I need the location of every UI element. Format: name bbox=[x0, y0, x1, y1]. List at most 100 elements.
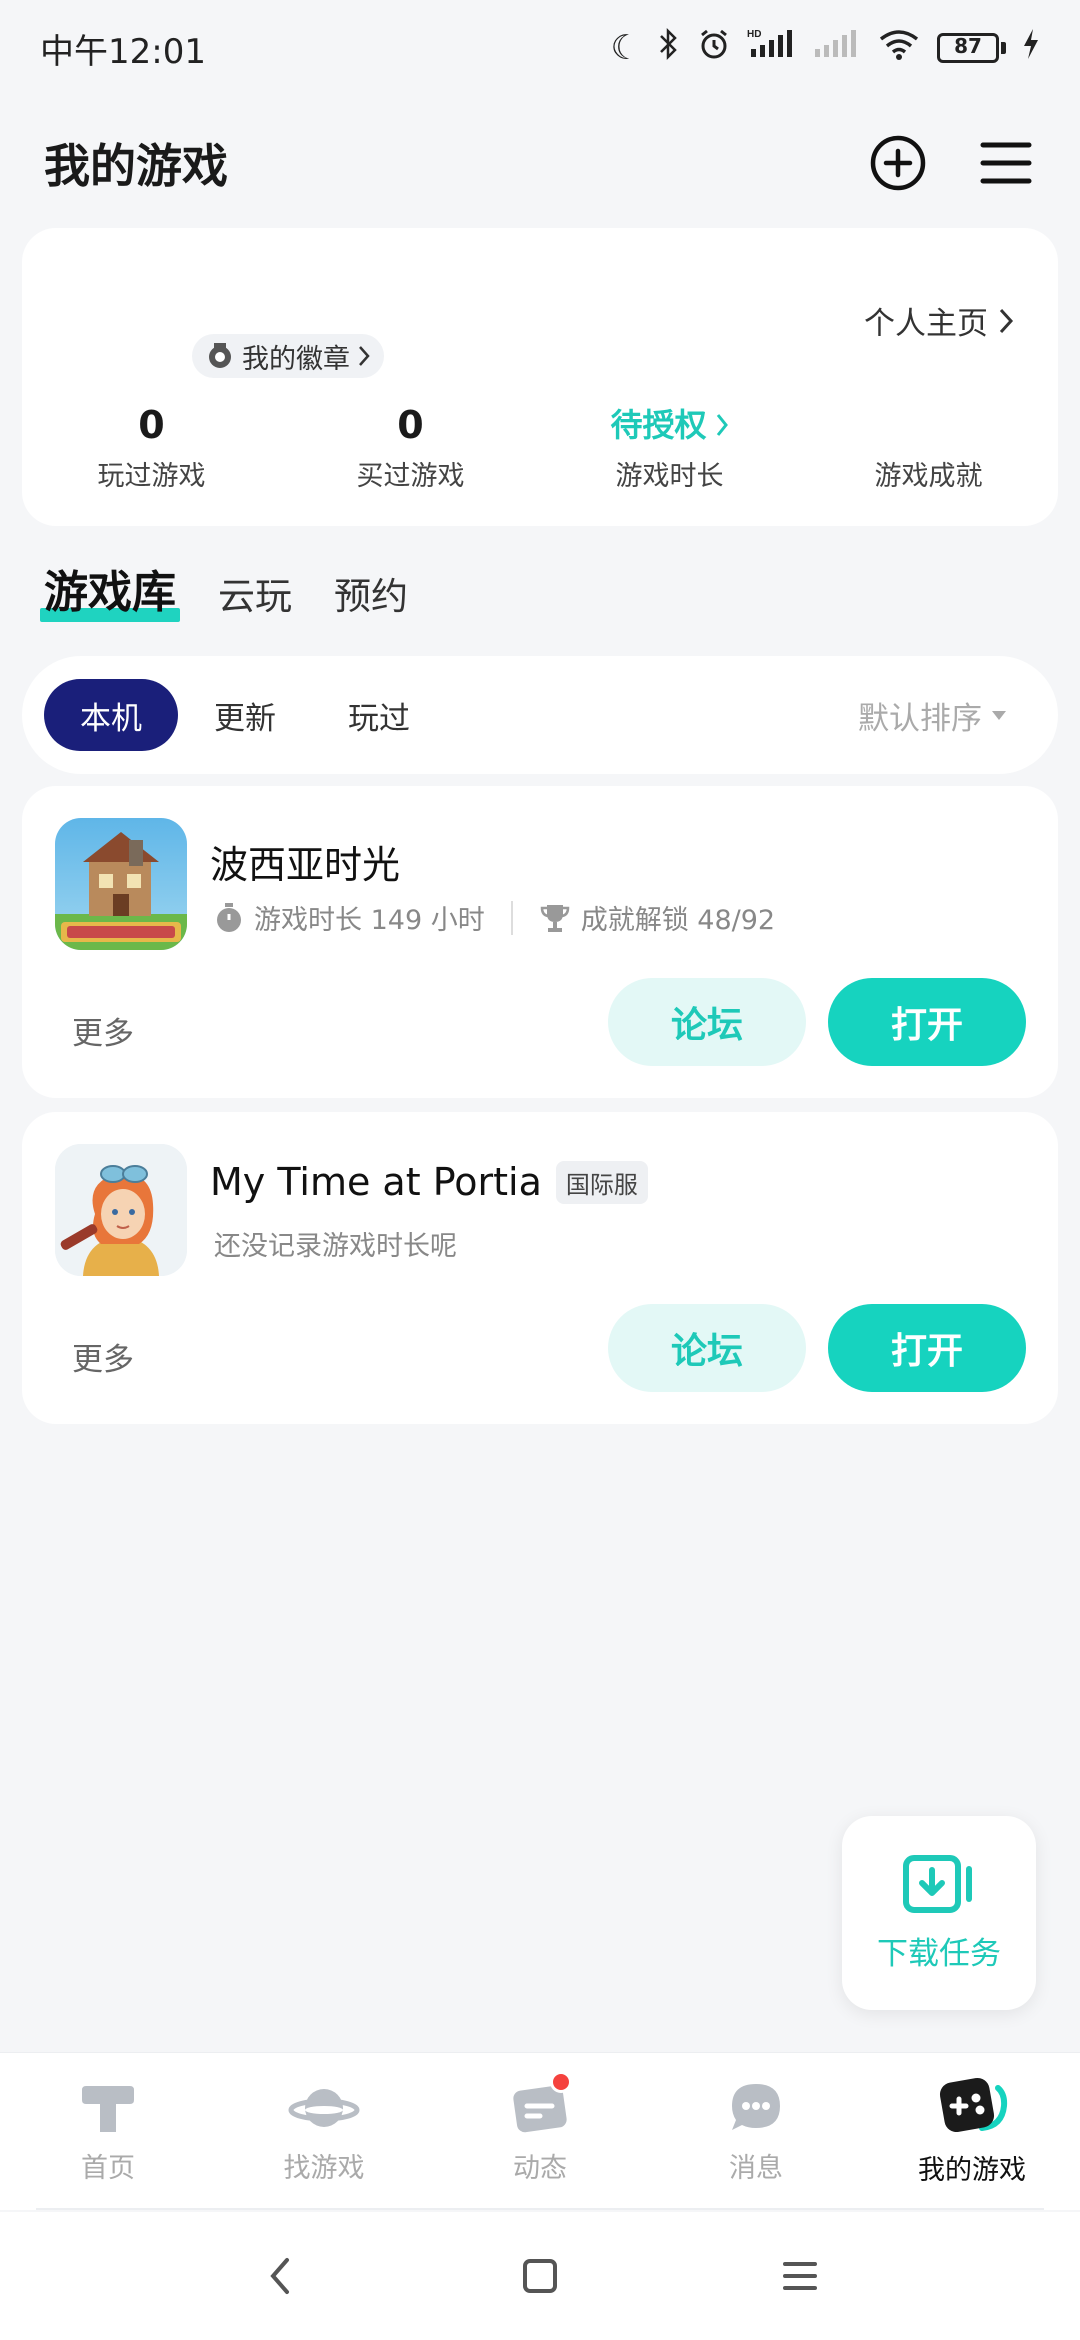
my-badges-button[interactable]: 我的徽章 bbox=[192, 334, 384, 378]
planet-icon bbox=[288, 2089, 360, 2127]
moon-icon: ☾ bbox=[610, 28, 641, 68]
sort-label: 默认排序 bbox=[858, 700, 982, 737]
nav-item-home[interactable]: 首页 bbox=[0, 2053, 216, 2210]
more-link[interactable]: 更多 bbox=[72, 1008, 134, 1053]
library-tabs: 游戏库 云玩 预约 bbox=[40, 556, 408, 628]
chevron-right-icon bbox=[359, 346, 370, 366]
nav-separator bbox=[36, 2208, 1044, 2210]
header-actions bbox=[868, 133, 1036, 193]
signal-hd-icon: HD bbox=[747, 27, 797, 70]
wifi-icon bbox=[877, 27, 921, 70]
nav-item-find-games[interactable]: 找游戏 bbox=[216, 2053, 432, 2210]
recents-icon bbox=[783, 2262, 817, 2290]
my-badges-label: 我的徽章 bbox=[242, 343, 350, 375]
forum-button[interactable]: 论坛 bbox=[608, 978, 806, 1066]
trophy-icon bbox=[540, 904, 569, 932]
notification-dot bbox=[550, 2071, 572, 2093]
bluetooth-icon bbox=[657, 27, 681, 70]
charging-icon bbox=[1022, 27, 1040, 70]
stopwatch-icon bbox=[217, 902, 241, 932]
status-bar: 中午12:01 ☾ HD 87 bbox=[0, 0, 1080, 96]
chevron-right-icon bbox=[999, 308, 1014, 333]
stat-value: 0 bbox=[138, 403, 165, 447]
achievements-text: 成就解锁 48/92 bbox=[580, 905, 776, 936]
authorize-link[interactable]: 待授权 bbox=[540, 398, 799, 452]
chevron-right-icon bbox=[716, 414, 728, 436]
playtime-text: 游戏时长 149 小时 bbox=[254, 905, 485, 936]
back-icon bbox=[270, 2258, 289, 2294]
menu-button[interactable] bbox=[976, 133, 1036, 193]
filter-chip-played[interactable]: 玩过 bbox=[312, 679, 446, 751]
filter-chip-local[interactable]: 本机 bbox=[44, 679, 178, 751]
profile-stats: 0 玩过游戏 0 买过游戏 待授权 游戏时长 游戏成就 bbox=[22, 398, 1058, 493]
home-button[interactable] bbox=[510, 2246, 570, 2306]
caret-down-icon bbox=[992, 710, 1006, 720]
region-tag: 国际服 bbox=[555, 1160, 648, 1204]
nav-label: 找游戏 bbox=[283, 2153, 365, 2184]
stat-value: 0 bbox=[397, 403, 424, 447]
open-button[interactable]: 打开 bbox=[828, 978, 1026, 1066]
game-meta: 游戏时长 149 小时 成就解锁 48/92 bbox=[214, 898, 775, 937]
back-button[interactable] bbox=[250, 2246, 310, 2306]
game-title-row: My Time at Portia 国际服 bbox=[210, 1160, 648, 1204]
add-button[interactable] bbox=[868, 133, 928, 193]
stat-value bbox=[799, 398, 1058, 452]
stat-played-games[interactable]: 0 玩过游戏 bbox=[22, 398, 281, 493]
recents-button[interactable] bbox=[770, 2246, 830, 2306]
nav-item-messages[interactable]: 消息 bbox=[648, 2053, 864, 2210]
signal-weak-icon bbox=[813, 27, 861, 70]
battery-level: 87 bbox=[954, 34, 982, 58]
meta-divider bbox=[510, 900, 513, 935]
filter-chip-updates[interactable]: 更新 bbox=[178, 679, 312, 751]
square-icon bbox=[523, 2259, 557, 2293]
nav-label: 动态 bbox=[513, 2153, 567, 2184]
alarm-icon bbox=[697, 27, 731, 70]
authorize-label: 待授权 bbox=[610, 406, 707, 444]
more-link[interactable]: 更多 bbox=[72, 1334, 134, 1379]
profile-card: 个人主页 我的徽章 0 玩过游戏 0 买过游戏 待授权 游戏时长 游戏成就 bbox=[22, 228, 1058, 526]
tab-cloud-play[interactable]: 云玩 bbox=[218, 566, 292, 628]
personal-homepage-label: 个人主页 bbox=[864, 306, 988, 342]
nav-item-my-games[interactable]: 我的游戏 bbox=[864, 2053, 1080, 2210]
game-title: My Time at Portia bbox=[210, 1160, 542, 1204]
stat-label: 玩过游戏 bbox=[97, 461, 206, 492]
home-icon bbox=[82, 2086, 134, 2132]
battery-icon: 87 bbox=[937, 33, 1006, 63]
game-title: 波西亚时光 bbox=[210, 843, 401, 887]
game-title-row: 波西亚时光 bbox=[210, 834, 400, 889]
stat-achievements[interactable]: 游戏成就 bbox=[799, 398, 1058, 493]
personal-homepage-link[interactable]: 个人主页 bbox=[864, 298, 1014, 343]
message-icon bbox=[732, 2084, 780, 2130]
menu-icon bbox=[980, 142, 1032, 184]
game-card[interactable]: My Time at Portia 国际服 还没记录游戏时长呢 更多 论坛 打开 bbox=[22, 1112, 1058, 1424]
download-task-label: 下载任务 bbox=[877, 1935, 1001, 1972]
game-icon-portia-cn[interactable] bbox=[55, 818, 187, 950]
tab-reservations[interactable]: 预约 bbox=[334, 566, 408, 628]
stat-playtime[interactable]: 待授权 游戏时长 bbox=[540, 398, 799, 493]
stat-label: 游戏时长 bbox=[615, 461, 724, 492]
plus-circle-icon bbox=[870, 135, 926, 191]
filter-bar: 本机 更新 玩过 默认排序 bbox=[22, 656, 1058, 774]
download-icon bbox=[903, 1854, 972, 1913]
system-nav bbox=[0, 2212, 1080, 2340]
game-icon-portia-intl[interactable] bbox=[55, 1144, 187, 1276]
game-card[interactable]: 波西亚时光 游戏时长 149 小时 成就解锁 48/92 更多 论坛 打开 bbox=[22, 786, 1058, 1098]
sort-dropdown[interactable]: 默认排序 bbox=[858, 693, 1006, 738]
game-meta: 还没记录游戏时长呢 bbox=[214, 1224, 457, 1263]
stat-label: 游戏成就 bbox=[874, 461, 983, 492]
no-playtime-note: 还没记录游戏时长呢 bbox=[214, 1231, 457, 1262]
forum-button[interactable]: 论坛 bbox=[608, 1304, 806, 1392]
download-task-button[interactable]: 下载任务 bbox=[842, 1816, 1036, 2010]
open-button[interactable]: 打开 bbox=[828, 1304, 1026, 1392]
stat-bought-games[interactable]: 0 买过游戏 bbox=[281, 398, 540, 493]
tab-game-library[interactable]: 游戏库 bbox=[40, 556, 180, 628]
gamepad-icon bbox=[939, 2077, 1008, 2133]
nav-label: 消息 bbox=[729, 2153, 783, 2184]
nav-label: 首页 bbox=[81, 2153, 135, 2184]
nav-label: 我的游戏 bbox=[918, 2155, 1026, 2186]
bottom-nav: 首页 找游戏 动态 消息 我的游戏 bbox=[0, 2052, 1080, 2210]
medal-icon bbox=[209, 343, 231, 368]
nav-item-feed[interactable]: 动态 bbox=[432, 2053, 648, 2210]
svg-text:HD: HD bbox=[747, 29, 761, 40]
status-icons: ☾ HD 87 bbox=[611, 27, 1040, 70]
